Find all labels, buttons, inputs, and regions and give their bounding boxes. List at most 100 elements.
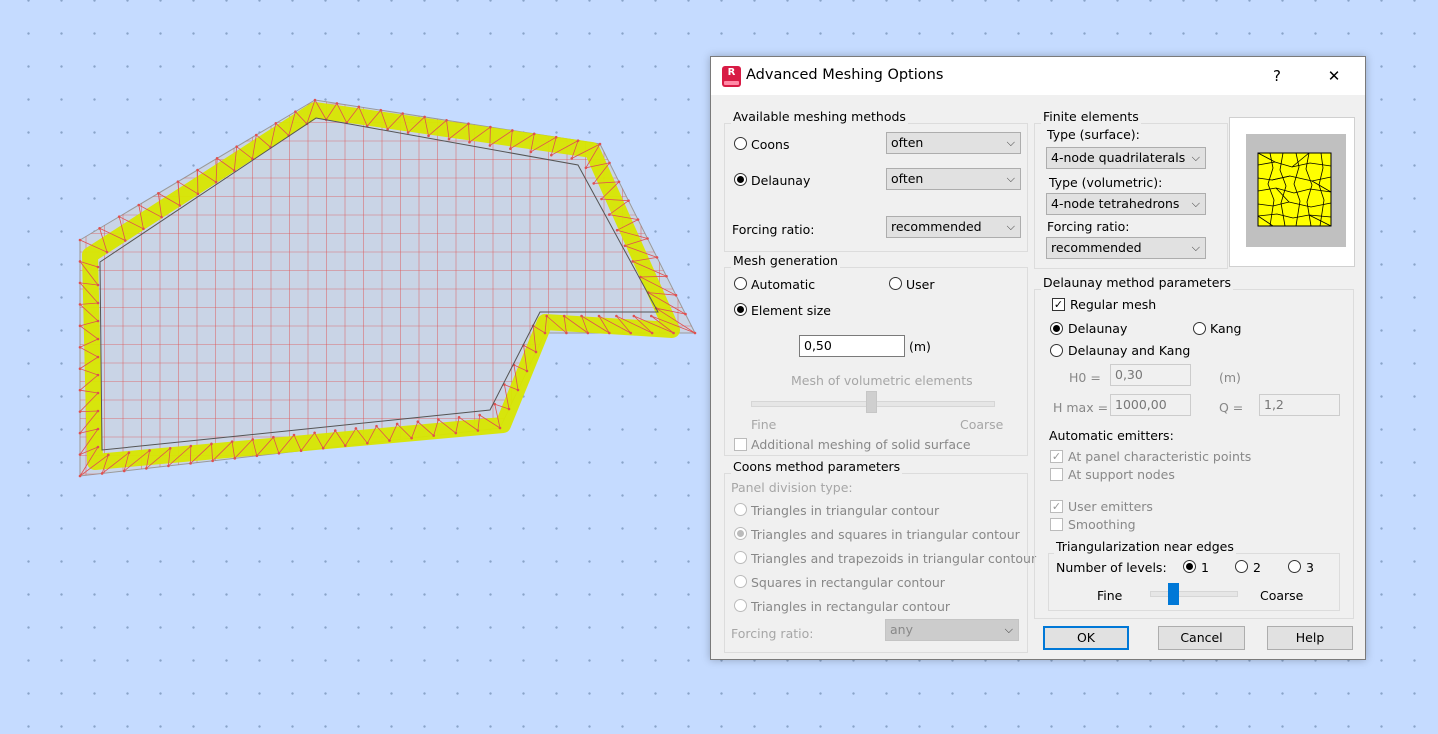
additional-meshing-label: Additional meshing of solid surface	[751, 437, 971, 452]
mesh-node	[423, 115, 426, 119]
mesh-node	[570, 157, 574, 160]
element-size-radio[interactable]	[734, 303, 747, 316]
mesh-node	[167, 464, 170, 468]
mesh-node	[615, 228, 619, 232]
mesh-node	[511, 129, 514, 132]
division-option-radio[interactable]	[734, 527, 747, 540]
delaunay-radio[interactable]	[734, 173, 747, 186]
mesh-node	[96, 445, 100, 449]
division-option-label: Triangles in triangular contour	[751, 503, 940, 518]
mesh-node	[608, 161, 611, 165]
delaunay-method-label: Delaunay	[1068, 321, 1128, 336]
h0-label: H0 =	[1069, 370, 1101, 385]
mesh-node	[576, 139, 580, 142]
delaunay-kang-radio[interactable]	[1050, 344, 1063, 357]
mesh-node	[631, 260, 634, 263]
additional-meshing-checkbox[interactable]	[734, 438, 747, 451]
user-emitters-checkbox[interactable]: ✓	[1050, 500, 1063, 513]
help-question-button[interactable]: ?	[1257, 61, 1297, 91]
mesh-node	[454, 431, 458, 435]
mesh-node	[529, 150, 533, 154]
smoothing-label: Smoothing	[1068, 517, 1136, 532]
mesh-node	[117, 215, 121, 218]
at-panel-checkbox[interactable]: ✓	[1050, 450, 1063, 463]
panel-mesh-canvas[interactable]	[0, 0, 700, 520]
mesh-node	[196, 168, 199, 172]
coons-forcing-ratio-select[interactable]: any ⌵	[885, 619, 1019, 641]
mesh-node	[211, 459, 214, 463]
level-1-radio[interactable]	[1183, 560, 1196, 573]
division-option-radio[interactable]	[734, 551, 747, 564]
mesh-node	[78, 431, 82, 435]
mesh-node	[189, 462, 192, 465]
delaunay-frequency-select[interactable]: often ⌵	[886, 168, 1021, 190]
volumetric-slider-thumb[interactable]	[866, 391, 877, 413]
mesh-node	[437, 418, 440, 421]
mesh-node	[584, 166, 588, 170]
coons-radio[interactable]	[734, 137, 747, 150]
close-icon[interactable]: ✕	[1314, 61, 1354, 91]
help-button[interactable]: Help	[1267, 626, 1353, 650]
delaunay-method-radio[interactable]	[1050, 322, 1063, 335]
finite-elements-label: Finite elements	[1041, 109, 1141, 124]
mesh-node	[78, 474, 82, 478]
mesh-node	[96, 265, 100, 269]
regular-mesh-checkbox[interactable]: ✓	[1052, 298, 1065, 311]
mesh-node	[137, 203, 141, 207]
type-volumetric-select[interactable]: 4-node tetrahedrons ⌵	[1046, 193, 1206, 215]
kang-radio[interactable]	[1193, 322, 1206, 335]
h0-input[interactable]: 0,30	[1110, 364, 1191, 386]
mesh-node	[507, 407, 511, 411]
fe-forcing-ratio-select[interactable]: recommended ⌵	[1046, 237, 1206, 259]
mesh-node	[96, 301, 100, 305]
mesh-node	[272, 435, 275, 439]
division-option-radio[interactable]	[734, 503, 747, 516]
h0-unit: (m)	[1219, 370, 1241, 385]
element-size-input[interactable]: 0,50	[799, 335, 905, 357]
coons-forcing-ratio-label: Forcing ratio:	[731, 626, 814, 641]
mesh-node	[427, 134, 430, 138]
mesh-node	[215, 157, 219, 160]
mesh-node	[674, 293, 678, 297]
mesh-node	[684, 312, 687, 316]
at-panel-label: At panel characteristic points	[1068, 449, 1252, 464]
automatic-radio[interactable]	[734, 277, 747, 290]
level-2-label: 2	[1253, 560, 1261, 575]
ok-button[interactable]: OK	[1043, 626, 1129, 650]
mesh-node	[105, 250, 109, 254]
tri-slider-track	[1150, 591, 1238, 597]
user-label: User	[906, 277, 935, 292]
division-option-radio[interactable]	[734, 599, 747, 612]
hmax-input[interactable]: 1000,00	[1110, 394, 1191, 416]
level-3-radio[interactable]	[1288, 560, 1301, 573]
tri-slider-thumb[interactable]	[1168, 583, 1179, 605]
mesh-node	[96, 373, 100, 377]
at-support-checkbox[interactable]	[1050, 468, 1063, 481]
element-size-unit: (m)	[909, 339, 931, 354]
cancel-button[interactable]: Cancel	[1158, 626, 1245, 650]
mesh-node	[550, 153, 553, 157]
mesh-node	[562, 314, 566, 318]
mesh-node	[160, 215, 163, 219]
smoothing-checkbox[interactable]	[1050, 518, 1063, 531]
triangularization-label: Triangularization near edges	[1054, 539, 1236, 554]
division-option-radio[interactable]	[734, 575, 747, 588]
mesh-node	[636, 218, 640, 221]
user-radio[interactable]	[889, 277, 902, 290]
mesh-node	[447, 137, 451, 141]
type-surface-select[interactable]: 4-node quadrilaterals ⌵	[1046, 147, 1206, 169]
automatic-label: Automatic	[751, 277, 816, 292]
forcing-ratio-select[interactable]: recommended ⌵	[886, 216, 1021, 238]
chevron-down-icon: ⌵	[1006, 172, 1015, 185]
level-2-radio[interactable]	[1235, 560, 1248, 573]
mesh-node	[274, 122, 278, 125]
mesh-node	[608, 213, 611, 216]
mesh-node	[545, 314, 549, 318]
mesh-node	[96, 319, 100, 323]
coons-frequency-select[interactable]: often ⌵	[886, 132, 1021, 154]
mesh-node	[554, 135, 558, 139]
mesh-node	[406, 131, 410, 134]
q-input[interactable]: 1,2	[1259, 394, 1340, 416]
mesh-node	[488, 144, 492, 147]
mesh-node	[416, 420, 420, 424]
